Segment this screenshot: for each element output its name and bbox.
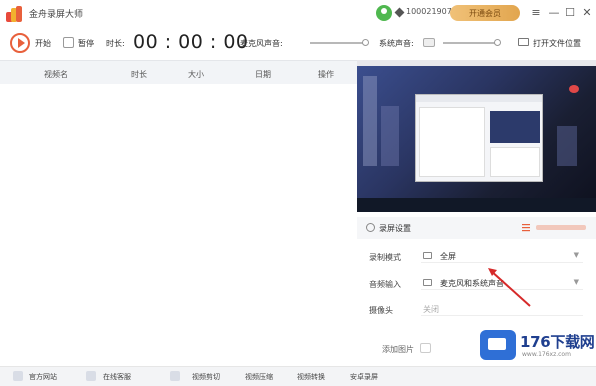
start-record-button[interactable] [10, 33, 30, 53]
add-image-button[interactable]: 添加图片 [382, 344, 414, 355]
column-header-size[interactable]: 大小 [188, 69, 204, 80]
duration-label: 时长: [106, 39, 125, 48]
pause-label[interactable]: 暂停 [78, 38, 94, 49]
system-volume-slider[interactable] [443, 42, 498, 44]
minimize-icon[interactable]: — [546, 4, 562, 20]
screen-preview [357, 60, 596, 212]
audio-input-select[interactable]: 麦克风和系统声音 ▼ [421, 276, 583, 290]
toolbar: 开始 暂停 时长: 00 : 00 : 00 麦克风声音: 系统声音: 打开文件… [0, 27, 596, 60]
record-mode-select[interactable]: 全屏 ▼ [421, 249, 583, 263]
close-icon[interactable]: ✕ [579, 4, 595, 20]
preview-window-thumbnail [415, 94, 543, 182]
chevron-down-icon: ▼ [573, 251, 579, 259]
nav-video-cut[interactable]: 视频剪切 [192, 372, 220, 382]
nav-video-convert[interactable]: 视频转换 [297, 372, 325, 382]
folder-icon[interactable] [518, 38, 529, 46]
watermark-url: www.176xz.com [522, 351, 571, 358]
preview-taskbar [357, 198, 596, 212]
vip-button[interactable]: 开通会员 [450, 5, 520, 21]
system-volume-label: 系统声音: [379, 39, 414, 48]
mic-volume-handle[interactable] [362, 39, 369, 46]
nav-android-record[interactable]: 安卓录屏 [350, 372, 378, 382]
record-dot-icon [569, 85, 579, 93]
app-logo-icon [6, 5, 22, 22]
menu-icon[interactable]: ≡ [528, 4, 544, 20]
home-icon [13, 371, 23, 381]
file-list-header: 视频名 时长 大小 日期 操作 [0, 60, 357, 84]
nav-official-site[interactable]: 官方网站 [29, 372, 57, 382]
record-timer: 00 : 00 : 00 [133, 31, 249, 53]
monitor-icon [423, 252, 432, 259]
app-window: 金舟录屏大师 1000219079 开通会员 ≡ — ☐ ✕ 开始 暂停 时长:… [0, 0, 596, 386]
watermark-logo-icon [480, 330, 516, 360]
column-header-name[interactable]: 视频名 [44, 69, 68, 80]
add-image-icon[interactable] [420, 343, 431, 353]
file-list [0, 84, 357, 360]
audio-input-label: 音频输入 [369, 280, 401, 289]
maximize-icon[interactable]: ☐ [562, 4, 578, 20]
record-mode-value: 全屏 [440, 252, 456, 261]
app-title: 金舟录屏大师 [29, 10, 84, 20]
nav-online-support[interactable]: 在线客服 [103, 372, 131, 382]
settings-gear-icon [366, 223, 375, 232]
microphone-icon [423, 279, 432, 286]
mic-volume-label: 麦克风声音: [240, 39, 283, 48]
mic-volume-slider[interactable] [310, 42, 366, 44]
audio-input-value: 麦克风和系统声音 [440, 279, 504, 288]
column-header-actions: 操作 [318, 70, 334, 79]
speaker-icon [423, 38, 435, 47]
headset-icon [86, 371, 96, 381]
avatar[interactable] [376, 5, 392, 21]
record-mode-label: 录制模式 [369, 253, 401, 262]
camera-value: 关闭 [423, 305, 439, 314]
column-header-duration[interactable]: 时长 [131, 69, 147, 80]
pause-icon[interactable] [63, 37, 74, 48]
settings-title: 录屏设置 [379, 224, 411, 233]
settings-toggle[interactable] [522, 223, 588, 232]
column-header-date[interactable]: 日期 [255, 69, 271, 80]
bottom-nav: 官方网站 在线客服 视频剪切 视频压缩 视频转换 安卓录屏 [0, 366, 596, 386]
camera-select[interactable]: 关闭 [421, 302, 583, 316]
system-volume-handle[interactable] [494, 39, 501, 46]
camera-label: 摄像头 [369, 306, 393, 315]
start-label[interactable]: 开始 [35, 38, 51, 49]
open-folder-button[interactable]: 打开文件位置 [533, 38, 581, 49]
nav-video-compress[interactable]: 视频压缩 [245, 372, 273, 382]
chevron-down-icon: ▼ [573, 278, 579, 286]
settings-menu-icon[interactable] [522, 223, 588, 232]
scissors-icon [170, 371, 180, 381]
watermark-brand: 176下载网 [520, 333, 595, 351]
